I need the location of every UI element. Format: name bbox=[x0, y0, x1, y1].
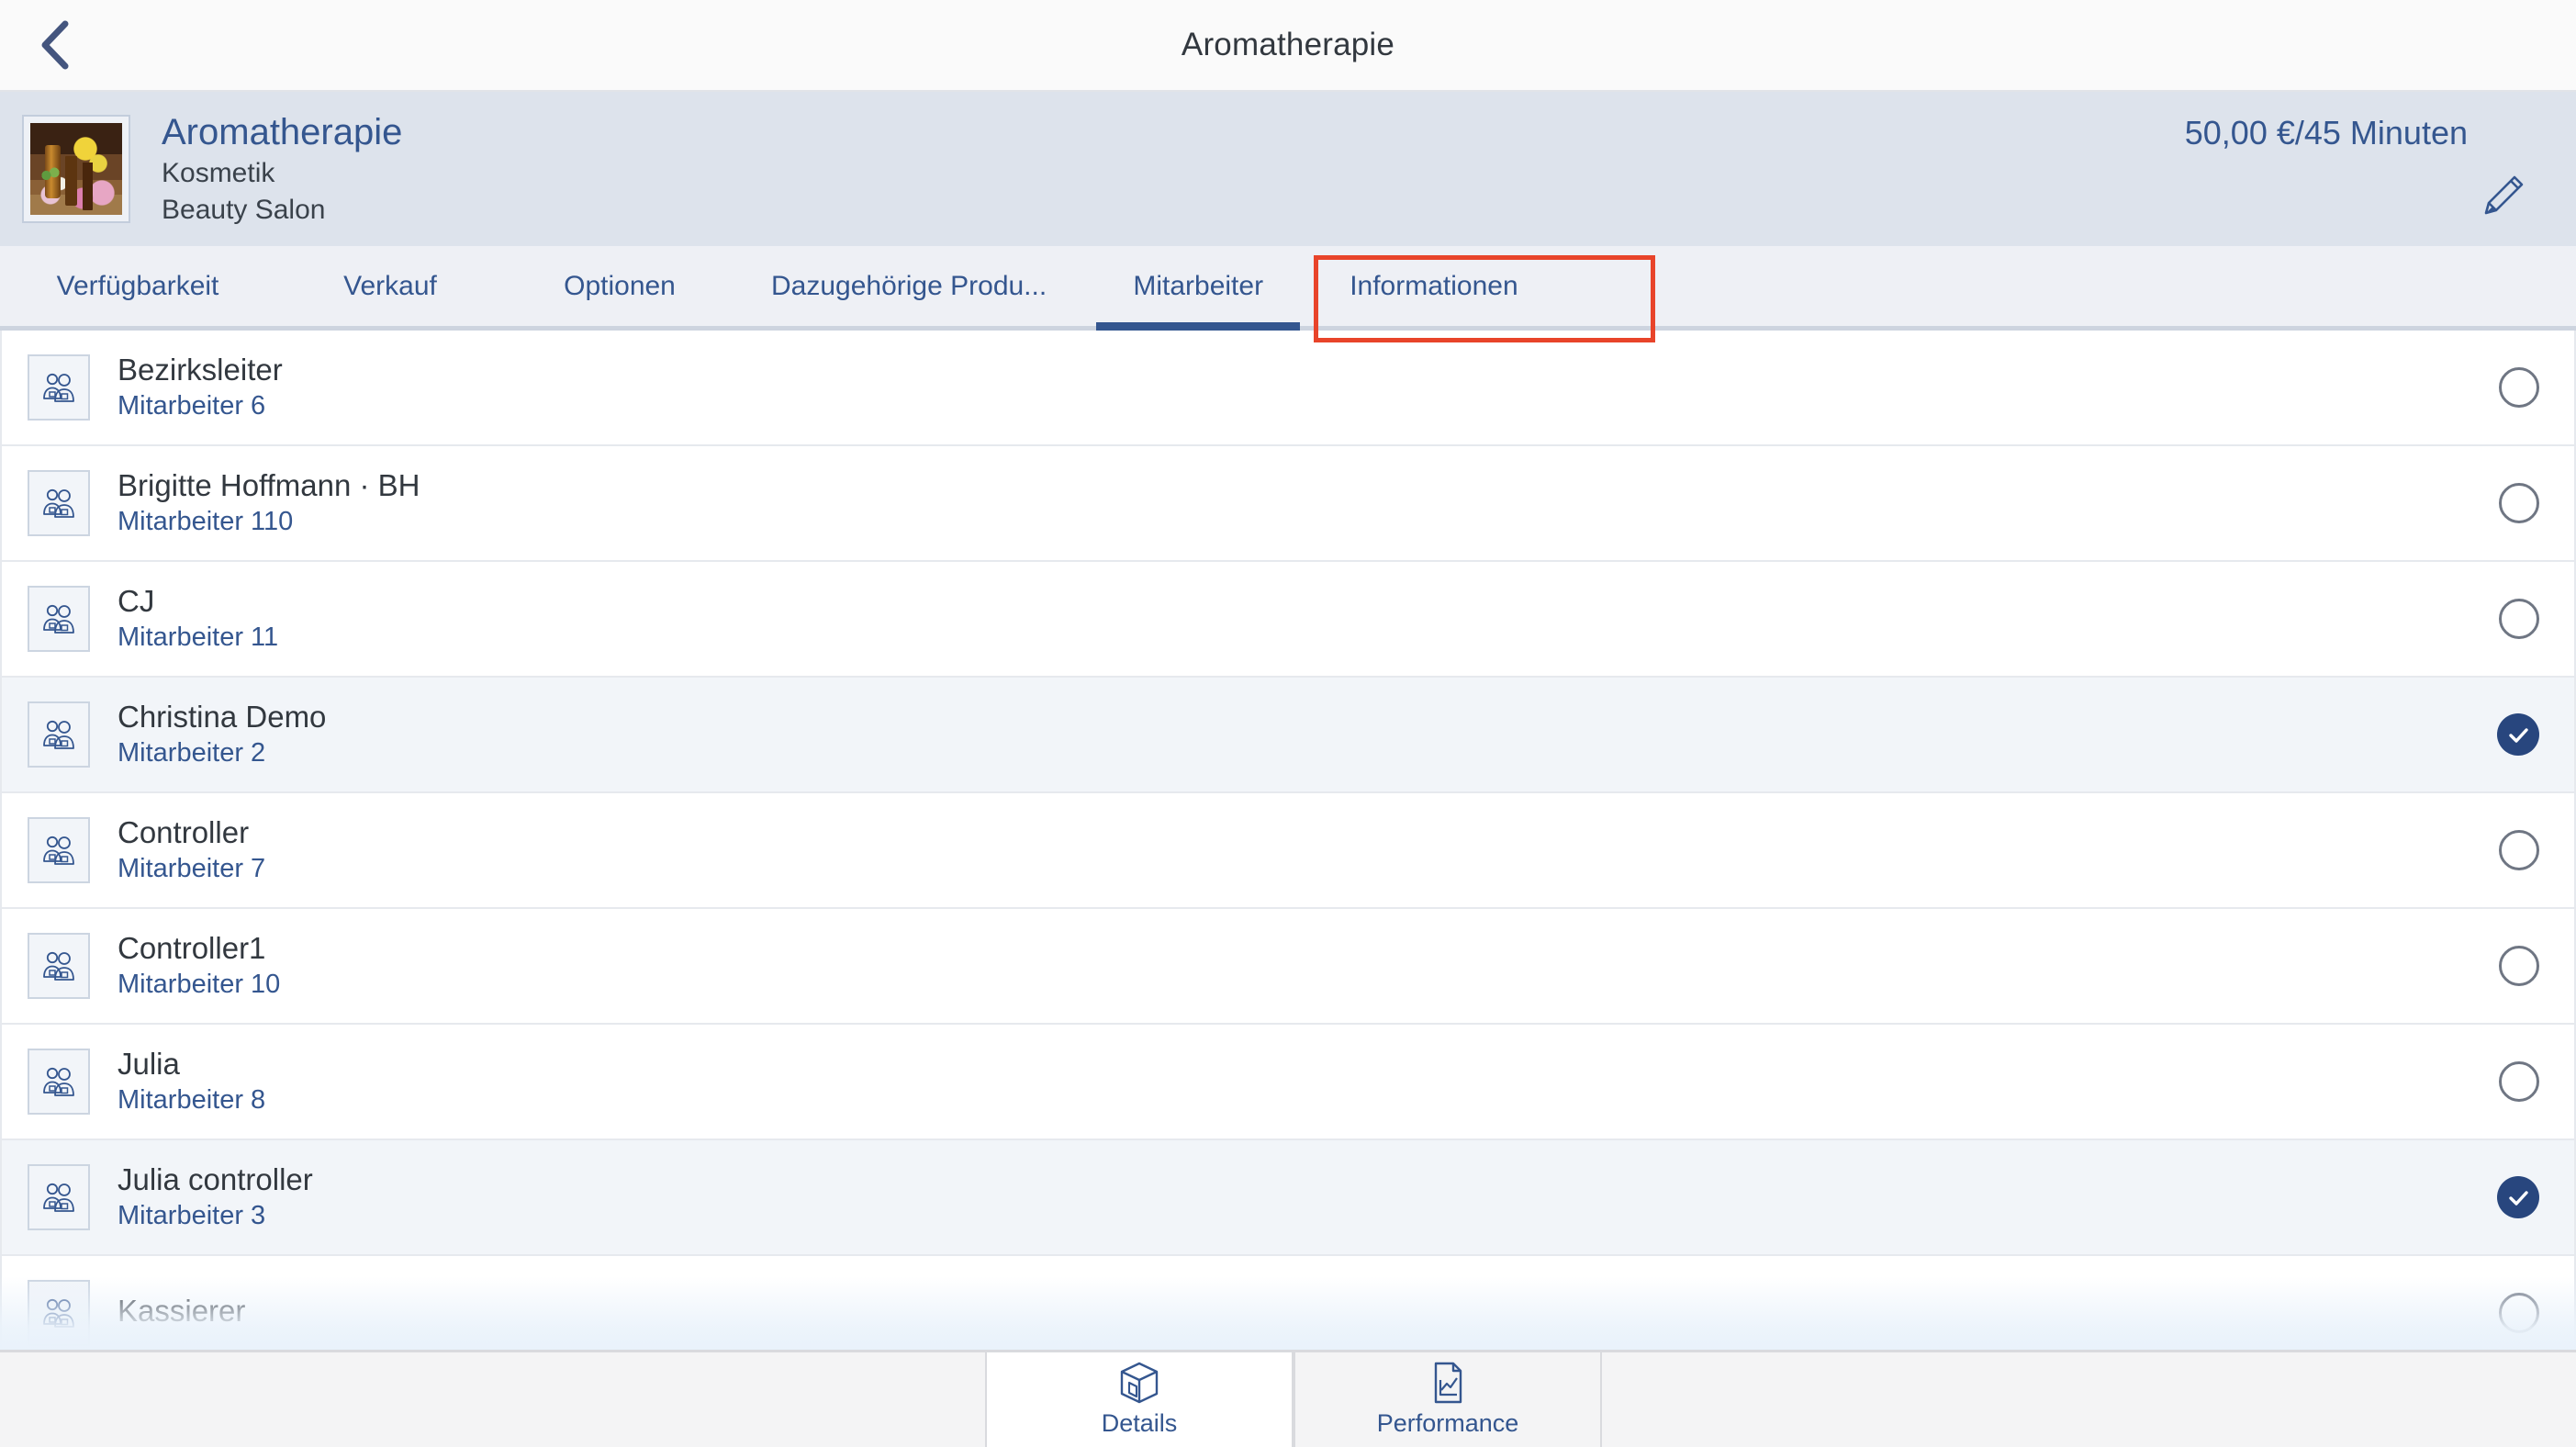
bottom-navigation-bar: Details Performance bbox=[0, 1350, 2576, 1447]
employee-select-toggle[interactable] bbox=[2499, 1061, 2539, 1102]
employees-group-icon bbox=[28, 701, 90, 768]
bottom-bar-spacer bbox=[0, 1352, 985, 1447]
radio-unchecked-icon bbox=[2499, 1293, 2539, 1333]
radio-checked-icon bbox=[2497, 713, 2539, 756]
employee-select-toggle[interactable] bbox=[2499, 483, 2539, 523]
object-title: Aromatherapie bbox=[162, 111, 403, 152]
radio-unchecked-icon bbox=[2499, 367, 2539, 408]
employee-select-toggle[interactable] bbox=[2499, 599, 2539, 639]
employee-row[interactable]: Controller1 Mitarbeiter 10 bbox=[0, 909, 2576, 1025]
employees-group-icon bbox=[28, 1280, 90, 1346]
employees-group-icon bbox=[28, 354, 90, 421]
product-thumbnail bbox=[22, 115, 130, 223]
bottom-nav-details-label: Details bbox=[1101, 1409, 1178, 1437]
chevron-left-icon bbox=[41, 20, 69, 70]
employee-row-texts: CJ Mitarbeiter 11 bbox=[118, 584, 278, 654]
price-label: 50,00 €/45 Minuten bbox=[2184, 114, 2468, 151]
object-header: Aromatherapie Kosmetik Beauty Salon 50,0… bbox=[0, 92, 2576, 246]
employee-list: Bezirksleiter Mitarbeiter 6 Brigitte Hoff… bbox=[0, 331, 2576, 1350]
employee-row-texts: Julia controller Mitarbeiter 3 bbox=[118, 1162, 313, 1232]
employee-select-toggle[interactable] bbox=[2499, 830, 2539, 870]
employee-select-toggle[interactable] bbox=[2497, 1176, 2539, 1218]
tab-verkauf[interactable]: Verkauf bbox=[275, 246, 505, 326]
tab-bar: Verfügbarkeit Verkauf Optionen Dazugehör… bbox=[0, 246, 2576, 342]
employees-group-icon bbox=[28, 586, 90, 652]
object-category: Kosmetik bbox=[162, 158, 275, 189]
employee-row-texts: Kassierer bbox=[118, 1294, 245, 1331]
employees-group-icon bbox=[28, 933, 90, 999]
employee-name: CJ bbox=[118, 583, 155, 618]
employee-number: Mitarbeiter 2 bbox=[118, 738, 266, 768]
edit-button[interactable] bbox=[2471, 163, 2536, 228]
employee-row[interactable]: Controller Mitarbeiter 7 bbox=[0, 793, 2576, 909]
employee-select-toggle[interactable] bbox=[2499, 1293, 2539, 1333]
employee-row-texts: Christina Demo Mitarbeiter 2 bbox=[118, 700, 326, 769]
object-header-right: 50,00 €/45 Minuten bbox=[2185, 92, 2536, 246]
employee-number: Mitarbeiter 11 bbox=[118, 623, 279, 653]
chart-document-icon bbox=[1429, 1362, 1466, 1406]
back-button[interactable] bbox=[24, 12, 90, 78]
employee-name: Bezirksleiter bbox=[118, 352, 283, 387]
radio-unchecked-icon bbox=[2499, 483, 2539, 523]
employee-row-texts: Controller1 Mitarbeiter 10 bbox=[118, 931, 280, 1001]
employee-row[interactable]: Julia Mitarbeiter 8 bbox=[0, 1025, 2576, 1140]
tab-optionen[interactable]: Optionen bbox=[505, 246, 734, 326]
bottom-nav-performance-label: Performance bbox=[1376, 1409, 1519, 1437]
radio-checked-icon bbox=[2497, 1176, 2539, 1218]
employee-row-texts: Controller Mitarbeiter 7 bbox=[118, 815, 265, 885]
employee-select-toggle[interactable] bbox=[2497, 713, 2539, 756]
employee-list-container[interactable]: Bezirksleiter Mitarbeiter 6 Brigitte Hoff… bbox=[0, 331, 2576, 1350]
employee-name: Controller bbox=[118, 814, 250, 849]
employee-row-texts: Julia Mitarbeiter 8 bbox=[118, 1047, 265, 1116]
box-3d-icon bbox=[1118, 1362, 1160, 1406]
employee-name: Controller1 bbox=[118, 930, 266, 965]
employee-name: Julia bbox=[118, 1046, 180, 1081]
object-header-texts: Aromatherapie Kosmetik Beauty Salon bbox=[162, 111, 402, 227]
employee-row[interactable]: Kassierer bbox=[0, 1256, 2576, 1350]
tab-dazugehoerige-produkte[interactable]: Dazugehörige Produ... bbox=[734, 246, 1083, 326]
employee-number: Mitarbeiter 8 bbox=[118, 1085, 266, 1116]
employee-row[interactable]: Brigitte Hoffmann · BH Mitarbeiter 110 bbox=[0, 446, 2576, 562]
radio-unchecked-icon bbox=[2499, 946, 2539, 986]
bottom-nav-details[interactable]: Details bbox=[985, 1352, 1294, 1447]
tab-informationen[interactable]: Informationen bbox=[1313, 246, 1554, 326]
employee-row[interactable]: Julia controller Mitarbeiter 3 bbox=[0, 1140, 2576, 1256]
app-root: Aromatherapie Aromatherapie Kosmetik Bea… bbox=[0, 0, 2576, 1447]
employee-row-texts: Bezirksleiter Mitarbeiter 6 bbox=[118, 353, 283, 422]
employee-select-toggle[interactable] bbox=[2499, 367, 2539, 408]
employee-number: Mitarbeiter 6 bbox=[118, 391, 266, 421]
employee-select-toggle[interactable] bbox=[2499, 946, 2539, 986]
navigation-bar: Aromatherapie bbox=[0, 0, 2576, 92]
employee-number: Mitarbeiter 10 bbox=[118, 970, 281, 1000]
radio-unchecked-icon bbox=[2499, 830, 2539, 870]
employee-number: Mitarbeiter 110 bbox=[118, 507, 294, 537]
employee-row-texts: Brigitte Hoffmann · BH Mitarbeiter 110 bbox=[118, 468, 420, 538]
employee-row[interactable]: CJ Mitarbeiter 11 bbox=[0, 562, 2576, 678]
employee-name: Brigitte Hoffmann · BH bbox=[118, 467, 420, 502]
tab-verfuegbarkeit[interactable]: Verfügbarkeit bbox=[0, 246, 275, 326]
employee-row[interactable]: Christina Demo Mitarbeiter 2 bbox=[0, 678, 2576, 793]
employee-number: Mitarbeiter 7 bbox=[118, 854, 266, 884]
employees-group-icon bbox=[28, 1049, 90, 1115]
radio-unchecked-icon bbox=[2499, 599, 2539, 639]
employee-name: Kassierer bbox=[118, 1294, 246, 1329]
employees-group-icon bbox=[28, 817, 90, 883]
product-thumbnail-image bbox=[30, 123, 122, 215]
employees-group-icon bbox=[28, 1164, 90, 1230]
bottom-nav-performance[interactable]: Performance bbox=[1294, 1352, 1602, 1447]
employee-name: Christina Demo bbox=[118, 699, 327, 734]
page-title: Aromatherapie bbox=[1181, 27, 1395, 62]
tab-mitarbeiter[interactable]: Mitarbeiter bbox=[1083, 246, 1313, 331]
employees-group-icon bbox=[28, 470, 90, 536]
object-location: Beauty Salon bbox=[162, 194, 326, 225]
pencil-edit-icon bbox=[2484, 175, 2524, 215]
employee-row[interactable]: Bezirksleiter Mitarbeiter 6 bbox=[0, 331, 2576, 446]
employee-number: Mitarbeiter 3 bbox=[118, 1201, 266, 1231]
radio-unchecked-icon bbox=[2499, 1061, 2539, 1102]
employee-name: Julia controller bbox=[118, 1161, 313, 1196]
